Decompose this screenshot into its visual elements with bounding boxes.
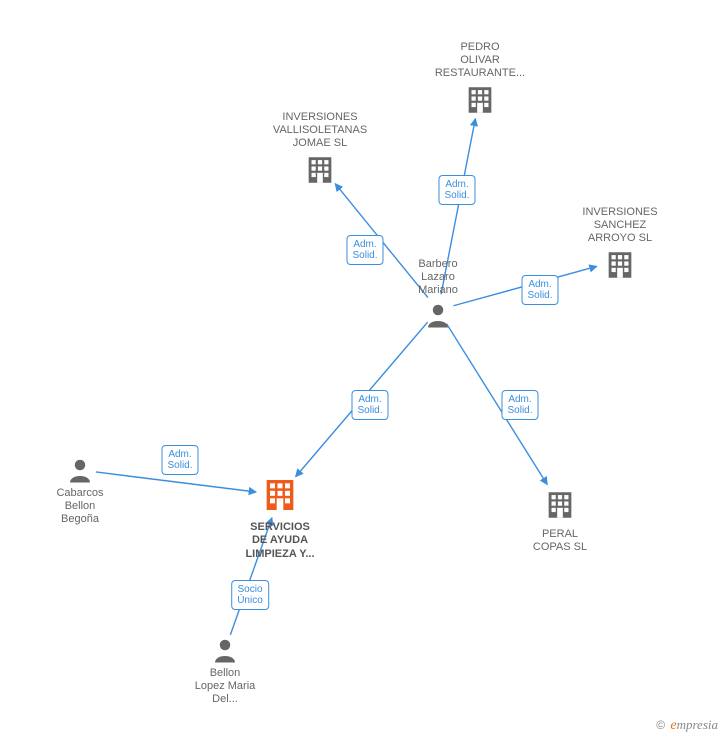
edge-label: Adm. Solid. <box>521 275 558 305</box>
edge-label: Adm. Solid. <box>438 175 475 205</box>
node-invsanchez[interactable]: INVERSIONES SANCHEZ ARROYO SL <box>565 204 675 286</box>
node-cabarcos[interactable]: Cabarcos Bellon Begoña <box>25 455 135 527</box>
node-central[interactable]: SERVICIOS DE AYUDA LIMPIEZA Y... <box>225 475 335 561</box>
building-icon <box>543 488 577 522</box>
copyright-symbol: © <box>656 718 665 732</box>
node-label: PEDRO OLIVAR RESTAURANTE... <box>425 41 535 81</box>
node-label: Barbero Lazaro Mariano <box>383 258 493 298</box>
node-peral[interactable]: PERAL COPAS SL <box>505 488 615 555</box>
person-icon <box>383 300 493 330</box>
node-label: INVERSIONES SANCHEZ ARROYO SL <box>565 206 675 246</box>
node-label: SERVICIOS DE AYUDA LIMPIEZA Y... <box>225 521 335 561</box>
building-icon <box>303 153 337 187</box>
building-icon <box>603 248 637 282</box>
node-label: INVERSIONES VALLISOLETANAS JOMAE SL <box>265 111 375 151</box>
edge-label: Socio Único <box>231 580 269 610</box>
edge-label: Adm. Solid. <box>501 390 538 420</box>
edge-label: Adm. Solid. <box>346 235 383 265</box>
node-pedroolivar[interactable]: PEDRO OLIVAR RESTAURANTE... <box>425 39 535 121</box>
person-icon <box>170 635 280 665</box>
node-invjomae[interactable]: INVERSIONES VALLISOLETANAS JOMAE SL <box>265 109 375 191</box>
node-barbero[interactable]: Barbero Lazaro Mariano <box>383 256 493 330</box>
edge-label: Adm. Solid. <box>351 390 388 420</box>
edge-label: Adm. Solid. <box>161 445 198 475</box>
footer-branding: © empresia <box>656 717 718 734</box>
building-icon <box>463 83 497 117</box>
building-icon <box>260 475 300 515</box>
node-label: Cabarcos Bellon Begoña <box>25 487 135 527</box>
person-icon <box>25 455 135 485</box>
network-diagram: SERVICIOS DE AYUDA LIMPIEZA Y... Barbero … <box>0 0 728 740</box>
brand-rest: mpresia <box>677 717 718 732</box>
node-label: PERAL COPAS SL <box>505 528 615 554</box>
node-label: Bellon Lopez Maria Del... <box>170 667 280 707</box>
node-bellonlopez[interactable]: Bellon Lopez Maria Del... <box>170 635 280 707</box>
